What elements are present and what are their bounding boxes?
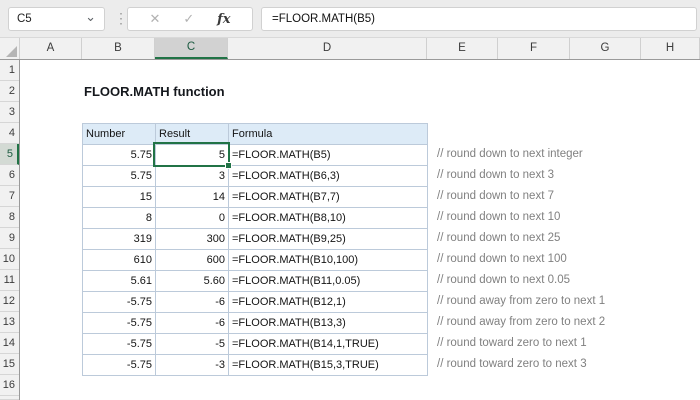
row-header-8[interactable]: 8 — [0, 207, 19, 228]
cell-result-row14[interactable]: -5 — [156, 334, 229, 355]
column-header-h[interactable]: H — [641, 38, 700, 59]
comment-row15[interactable]: // round toward zero to next 3 — [437, 354, 605, 375]
cell-formula-row11[interactable]: =FLOOR.MATH(B11,0.05) — [229, 271, 428, 292]
cell-number-row10[interactable]: 610 — [83, 250, 156, 271]
comments-column: // round down to next integer// round do… — [437, 144, 605, 375]
page-title[interactable]: FLOOR.MATH function — [84, 81, 225, 102]
row-headers: 1 2 3 4 5 6 7 8 9 10 11 12 13 14 15 16 — [0, 60, 20, 400]
select-all-triangle-icon — [6, 46, 17, 57]
comment-row11[interactable]: // round down to next 0.05 — [437, 270, 605, 291]
comment-row13[interactable]: // round away from zero to next 2 — [437, 312, 605, 333]
row-header-14[interactable]: 14 — [0, 333, 19, 354]
select-all-corner[interactable] — [0, 38, 20, 59]
column-headers: ABCDEFGH — [20, 38, 700, 59]
worksheet: 1 2 3 4 5 6 7 8 9 10 11 12 13 14 15 16 FLOOR.MATH funct… — [0, 60, 700, 400]
cell-formula-row8[interactable]: =FLOOR.MATH(B8,10) — [229, 208, 428, 229]
cell-number-row12[interactable]: -5.75 — [83, 292, 156, 313]
row-header-10[interactable]: 10 — [0, 249, 19, 270]
row-header-12[interactable]: 12 — [0, 291, 19, 312]
cell-result-row12[interactable]: -6 — [156, 292, 229, 313]
cell-formula-row15[interactable]: =FLOOR.MATH(B15,3,TRUE) — [229, 355, 428, 376]
cell-number-row5[interactable]: 5.75 — [83, 145, 156, 166]
cell-result-row11[interactable]: 5.60 — [156, 271, 229, 292]
row-header-7[interactable]: 7 — [0, 186, 19, 207]
comment-row14[interactable]: // round toward zero to next 1 — [437, 333, 605, 354]
comment-row12[interactable]: // round away from zero to next 1 — [437, 291, 605, 312]
cell-formula-row13[interactable]: =FLOOR.MATH(B13,3) — [229, 313, 428, 334]
comment-row5[interactable]: // round down to next integer — [437, 144, 605, 165]
formula-buttons-group: ✕ ✓ fx — [127, 7, 253, 31]
cell-result-row5[interactable]: 5 — [156, 145, 229, 166]
cell-number-row11[interactable]: 5.61 — [83, 271, 156, 292]
cell-result-row9[interactable]: 300 — [156, 229, 229, 250]
name-box[interactable]: C5 ⌄ — [8, 7, 105, 31]
row-header-1[interactable]: 1 — [0, 60, 19, 81]
cell-formula-row14[interactable]: =FLOOR.MATH(B14,1,TRUE) — [229, 334, 428, 355]
cell-formula-row5[interactable]: =FLOOR.MATH(B5) — [229, 145, 428, 166]
chevron-down-icon[interactable]: ⌄ — [85, 10, 96, 23]
column-header-g[interactable]: G — [570, 38, 641, 59]
cell-result-row8[interactable]: 0 — [156, 208, 229, 229]
cell-result-row10[interactable]: 600 — [156, 250, 229, 271]
cell-number-row13[interactable]: -5.75 — [83, 313, 156, 334]
comment-row9[interactable]: // round down to next 25 — [437, 228, 605, 249]
comment-row7[interactable]: // round down to next 7 — [437, 186, 605, 207]
cell-formula-row12[interactable]: =FLOOR.MATH(B12,1) — [229, 292, 428, 313]
cell-formula-row6[interactable]: =FLOOR.MATH(B6,3) — [229, 166, 428, 187]
row-header-13[interactable]: 13 — [0, 312, 19, 333]
cell-number-row6[interactable]: 5.75 — [83, 166, 156, 187]
cell-number-row9[interactable]: 319 — [83, 229, 156, 250]
cell-result-row7[interactable]: 14 — [156, 187, 229, 208]
row-header-stub — [0, 396, 19, 400]
cell-formula-row9[interactable]: =FLOOR.MATH(B9,25) — [229, 229, 428, 250]
cell-formula-row10[interactable]: =FLOOR.MATH(B10,100) — [229, 250, 428, 271]
sheet-canvas[interactable]: FLOOR.MATH function Number Result Formula 5… — [20, 60, 700, 400]
row-header-5[interactable]: 5 — [0, 144, 19, 165]
cell-result-row6[interactable]: 3 — [156, 166, 229, 187]
row-header-15[interactable]: 15 — [0, 354, 19, 375]
cell-result-row13[interactable]: -6 — [156, 313, 229, 334]
row-header-6[interactable]: 6 — [0, 165, 19, 186]
column-header-row: ABCDEFGH — [0, 38, 700, 60]
comment-row6[interactable]: // round down to next 3 — [437, 165, 605, 186]
cell-formula-row7[interactable]: =FLOOR.MATH(B7,7) — [229, 187, 428, 208]
row-header-9[interactable]: 9 — [0, 228, 19, 249]
formula-bar-strip: C5 ⌄ ⋮ ✕ ✓ fx =FLOOR.MATH(B5) — [0, 0, 700, 38]
column-header-f[interactable]: F — [498, 38, 570, 59]
table-header-number[interactable]: Number — [83, 124, 156, 145]
cell-number-row15[interactable]: -5.75 — [83, 355, 156, 376]
row-header-3[interactable]: 3 — [0, 102, 19, 123]
table-header-formula[interactable]: Formula — [229, 124, 428, 145]
cancel-icon[interactable]: ✕ — [149, 11, 160, 27]
table-header-result[interactable]: Result — [156, 124, 229, 145]
cell-number-row8[interactable]: 8 — [83, 208, 156, 229]
cell-result-row15[interactable]: -3 — [156, 355, 229, 376]
comment-row10[interactable]: // round down to next 100 — [437, 249, 605, 270]
formula-input[interactable]: =FLOOR.MATH(B5) — [261, 7, 697, 31]
column-header-d[interactable]: D — [228, 38, 427, 59]
comment-row8[interactable]: // round down to next 10 — [437, 207, 605, 228]
separator-dots-icon: ⋮ — [114, 10, 128, 26]
formula-text: =FLOOR.MATH(B5) — [272, 13, 375, 25]
enter-icon[interactable]: ✓ — [183, 11, 194, 27]
column-header-b[interactable]: B — [82, 38, 155, 59]
row-header-4[interactable]: 4 — [0, 123, 19, 144]
column-header-a[interactable]: A — [20, 38, 82, 59]
name-box-value: C5 — [17, 13, 32, 25]
row-header-11[interactable]: 11 — [0, 270, 19, 291]
data-table: Number Result Formula 5.75 5 =FLOOR.MATH(B5) 5… — [82, 123, 428, 376]
insert-function-icon[interactable]: fx — [217, 12, 230, 27]
cell-number-row7[interactable]: 15 — [83, 187, 156, 208]
excel-window: C5 ⌄ ⋮ ✕ ✓ fx =FLOOR.MATH(B5) ABCDEFGH 1… — [0, 0, 700, 400]
row-header-16[interactable]: 16 — [0, 375, 19, 396]
column-header-c[interactable]: C — [155, 38, 228, 59]
cell-number-row14[interactable]: -5.75 — [83, 334, 156, 355]
row-header-2[interactable]: 2 — [0, 81, 19, 102]
column-header-e[interactable]: E — [427, 38, 498, 59]
